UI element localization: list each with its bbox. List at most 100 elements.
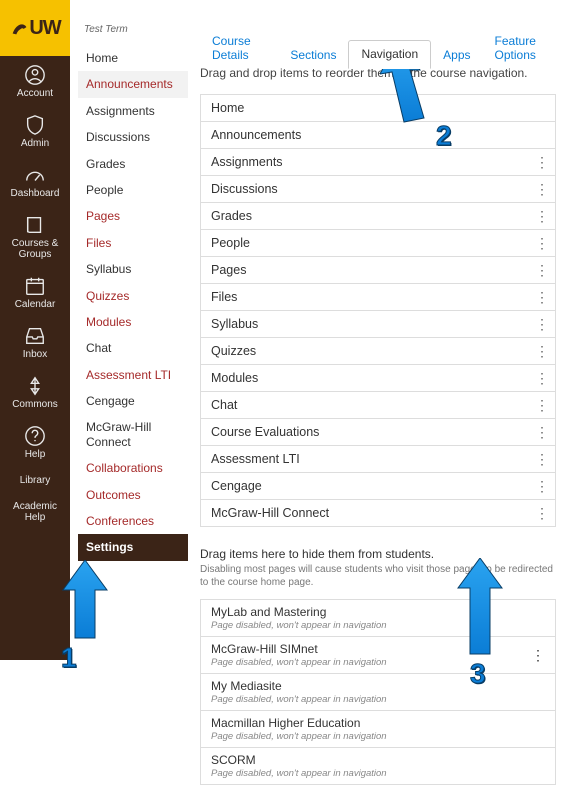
global-nav-label: Dashboard <box>2 188 68 199</box>
disabled-item-text: McGraw-Hill SIMnetPage disabled, won't a… <box>211 642 387 668</box>
global-nav-dashboard[interactable]: Dashboard <box>0 156 70 206</box>
nav-item-label: Syllabus <box>211 317 258 331</box>
global-nav-label: Academic Help <box>2 501 68 523</box>
nav-item-label: Grades <box>211 209 252 223</box>
course-menu-pages[interactable]: Pages <box>78 203 188 229</box>
kebab-menu-icon[interactable]: ⋮ <box>531 647 545 664</box>
course-menu-chat[interactable]: Chat <box>78 335 188 361</box>
disabled-item-text: SCORMPage disabled, won't appear in navi… <box>211 753 387 779</box>
nav-item-label: McGraw-Hill Connect <box>211 506 329 520</box>
course-menu-syllabus[interactable]: Syllabus <box>78 256 188 282</box>
nav-item[interactable]: Syllabus ⋮ <box>201 311 555 338</box>
kebab-menu-icon[interactable]: ⋮ <box>535 212 545 220</box>
nav-item-label: Quizzes <box>211 344 256 358</box>
course-menu-conferences[interactable]: Conferences <box>78 508 188 534</box>
course-menu-people[interactable]: People <box>78 177 188 203</box>
nav-item[interactable]: Discussions ⋮ <box>201 176 555 203</box>
tab-course-details[interactable]: Course Details <box>200 28 278 69</box>
global-nav-account[interactable]: Account <box>0 56 70 106</box>
global-nav-courses-groups[interactable]: Courses & Groups <box>0 206 70 267</box>
nav-item[interactable]: Quizzes ⋮ <box>201 338 555 365</box>
nav-item[interactable]: Assignments ⋮ <box>201 149 555 176</box>
hidden-intro: Drag items here to hide them from studen… <box>200 547 556 561</box>
global-nav-label: Admin <box>2 138 68 149</box>
course-menu-cengage[interactable]: Cengage <box>78 388 188 414</box>
nav-item-label: Course Evaluations <box>211 425 319 439</box>
kebab-menu-icon[interactable]: ⋮ <box>535 482 545 490</box>
disabled-nav-item[interactable]: McGraw-Hill SIMnetPage disabled, won't a… <box>201 637 555 674</box>
global-nav-label: Courses & Groups <box>2 238 68 260</box>
kebab-menu-icon[interactable]: ⋮ <box>535 401 545 409</box>
nav-item[interactable]: Modules⋮ <box>201 365 555 392</box>
course-menu-assignments[interactable]: Assignments <box>78 98 188 124</box>
disabled-nav-item[interactable]: SCORMPage disabled, won't appear in navi… <box>201 748 555 785</box>
kebab-menu-icon[interactable]: ⋮ <box>535 455 545 463</box>
gauge-icon <box>24 164 46 186</box>
course-menu-settings[interactable]: Settings <box>78 534 188 560</box>
nav-item[interactable]: Home⋮ <box>201 95 555 122</box>
global-nav-calendar[interactable]: Calendar <box>0 267 70 317</box>
course-menu-grades[interactable]: Grades <box>78 151 188 177</box>
nav-item-label: Files <box>211 290 237 304</box>
global-nav-library[interactable]: Library <box>0 467 70 493</box>
uw-logo[interactable]: UW <box>0 0 70 56</box>
bronco-icon <box>9 17 31 39</box>
disabled-nav-item[interactable]: Macmillan Higher EducationPage disabled,… <box>201 711 555 748</box>
tab-navigation[interactable]: Navigation <box>348 40 431 69</box>
course-menu-outcomes[interactable]: Outcomes <box>78 482 188 508</box>
tab-sections[interactable]: Sections <box>278 42 348 69</box>
nav-item[interactable]: Grades ⋮ <box>201 203 555 230</box>
nav-item[interactable]: Pages ⋮ <box>201 257 555 284</box>
kebab-menu-icon[interactable]: ⋮ <box>535 185 545 193</box>
kebab-menu-icon[interactable]: ⋮ <box>535 509 545 517</box>
disabled-item-text: MyLab and MasteringPage disabled, won't … <box>211 605 387 631</box>
global-nav-help[interactable]: Help <box>0 417 70 467</box>
kebab-menu-icon[interactable]: ⋮ <box>535 320 545 328</box>
nav-item-label: Discussions <box>211 182 278 196</box>
nav-item-label: Assessment LTI <box>211 452 300 466</box>
nav-item[interactable]: Cengage⋮ <box>201 473 555 500</box>
nav-item-label: Assignments <box>211 155 283 169</box>
logo-text: UW <box>29 17 60 40</box>
course-menu: Test Term HomeAnnouncementsAssignmentsDi… <box>78 24 188 561</box>
kebab-menu-icon[interactable]: ⋮ <box>535 158 545 166</box>
nav-item-label: Chat <box>211 398 237 412</box>
tab-apps[interactable]: Apps <box>431 42 482 69</box>
course-menu-mcgraw-hill-connect[interactable]: McGraw-Hill Connect <box>78 414 188 455</box>
course-menu-discussions[interactable]: Discussions <box>78 124 188 150</box>
kebab-menu-icon[interactable]: ⋮ <box>535 239 545 247</box>
global-nav-label: Calendar <box>2 299 68 310</box>
nav-item[interactable]: Files ⋮ <box>201 284 555 311</box>
global-nav-inbox[interactable]: Inbox <box>0 317 70 367</box>
global-nav-admin[interactable]: Admin <box>0 106 70 156</box>
kebab-menu-icon[interactable]: ⋮ <box>535 293 545 301</box>
kebab-menu-icon[interactable]: ⋮ <box>535 428 545 436</box>
nav-item[interactable]: Course Evaluations ⋮ <box>201 419 555 446</box>
disabled-nav-item[interactable]: My MediasitePage disabled, won't appear … <box>201 674 555 711</box>
course-menu-announcements[interactable]: Announcements <box>78 71 188 97</box>
nav-item[interactable]: People⋮ <box>201 230 555 257</box>
nav-item[interactable]: McGraw-Hill Connect ⋮ <box>201 500 555 527</box>
kebab-menu-icon[interactable]: ⋮ <box>535 374 545 382</box>
kebab-menu-icon[interactable]: ⋮ <box>535 347 545 355</box>
course-menu-collaborations[interactable]: Collaborations <box>78 455 188 481</box>
course-menu-assessment-lti[interactable]: Assessment LTI <box>78 362 188 388</box>
global-nav-academic-help[interactable]: Academic Help <box>0 493 70 530</box>
nav-item[interactable]: Announcements⋮ <box>201 122 555 149</box>
course-menu-quizzes[interactable]: Quizzes <box>78 283 188 309</box>
nav-item-label: Home <box>211 101 244 115</box>
global-nav: UW Account Admin Dashboard Courses & Groups… <box>0 0 70 660</box>
enabled-nav-list: Home⋮Announcements⋮Assignments⋮Discussio… <box>200 94 556 527</box>
disabled-item-text: Macmillan Higher EducationPage disabled,… <box>211 716 387 742</box>
term-label: Test Term <box>84 24 188 35</box>
nav-item[interactable]: Chat ⋮ <box>201 392 555 419</box>
course-menu-files[interactable]: Files <box>78 230 188 256</box>
tab-feature-options[interactable]: Feature Options <box>483 28 566 69</box>
nav-item-label: Pages <box>211 263 246 277</box>
kebab-menu-icon[interactable]: ⋮ <box>535 266 545 274</box>
global-nav-commons[interactable]: Commons <box>0 367 70 417</box>
course-menu-home[interactable]: Home <box>78 45 188 71</box>
course-menu-modules[interactable]: Modules <box>78 309 188 335</box>
nav-item[interactable]: Assessment LTI ⋮ <box>201 446 555 473</box>
disabled-nav-item[interactable]: MyLab and MasteringPage disabled, won't … <box>201 600 555 637</box>
